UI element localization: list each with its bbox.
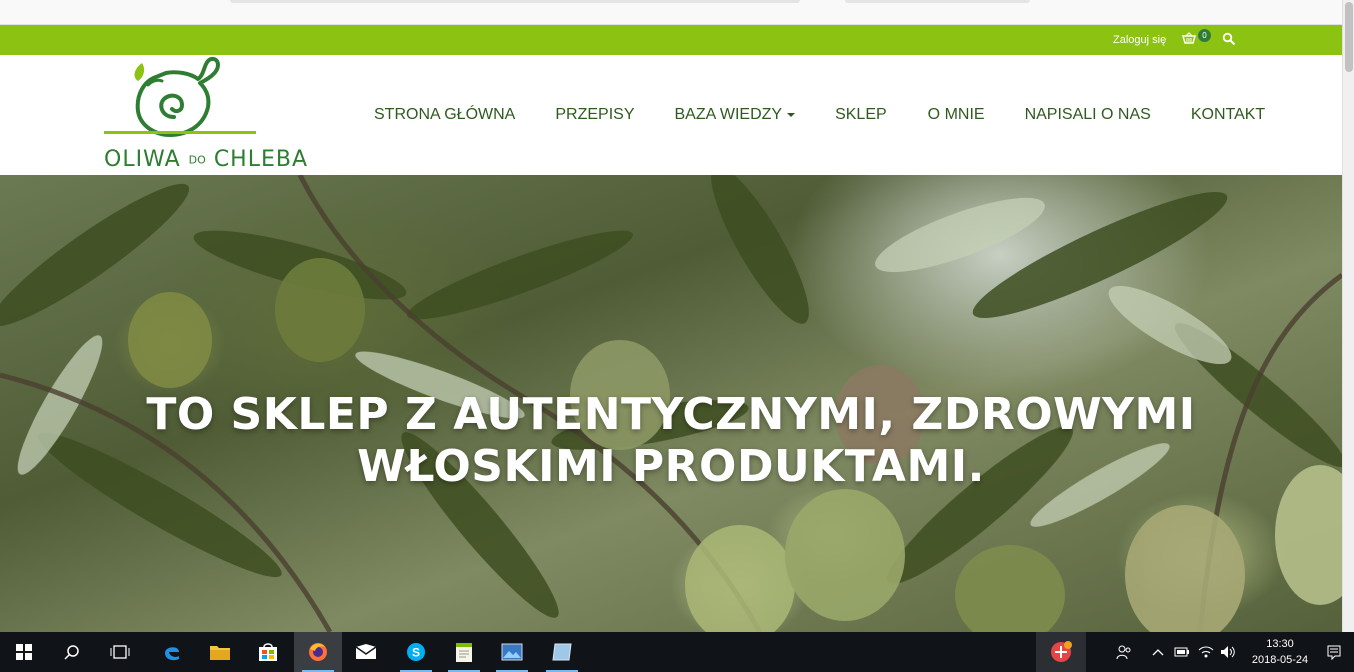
site-header: OLIWA DO CHLEBA STRONA GŁÓWNA PRZEPISY B… (0, 55, 1342, 175)
edge-icon[interactable] (148, 632, 196, 672)
logo-wordmark: OLIWA DO CHLEBA (104, 147, 307, 172)
nav-item-baza-wiedzy[interactable]: BAZA WIEDZY (675, 106, 796, 124)
hero-heading: TO SKLEP Z AUTENTYCZNYMI, ZDROWYMI WŁOSK… (0, 389, 1342, 493)
chevron-down-icon (787, 112, 796, 117)
chevron-up-icon[interactable] (1148, 632, 1168, 672)
firefox-icon[interactable] (294, 632, 342, 672)
nav-item-kontakt[interactable]: KONTAKT (1191, 106, 1265, 124)
nav-item-sklep[interactable]: SKLEP (835, 106, 887, 124)
hero-heading-line2: WŁOSKIMI PRODUKTAMI. (357, 441, 985, 492)
clock-date: 2018-05-24 (1251, 654, 1309, 666)
notifications-icon[interactable] (1322, 632, 1346, 672)
page-scrollbar[interactable] (1342, 0, 1354, 632)
windows-start-icon[interactable] (0, 632, 48, 672)
volume-icon[interactable] (1218, 632, 1238, 672)
file-explorer-icon[interactable] (196, 632, 244, 672)
logo-word-chleba: CHLEBA (213, 147, 309, 172)
search-icon[interactable] (1222, 32, 1236, 46)
cart-count-badge: 0 (1198, 29, 1211, 42)
logo-word-do: DO (188, 153, 206, 167)
windows-taskbar: S 13:30 2018-05-24 (0, 632, 1354, 672)
nav-item-baza-wiedzy-label: BAZA WIEDZY (674, 106, 783, 123)
site-logo[interactable]: OLIWA DO CHLEBA (104, 55, 307, 175)
hero-heading-line1: TO SKLEP Z AUTENTYCZNYMI, ZDROWYMI (146, 389, 1196, 440)
login-link[interactable]: Zaloguj się (1113, 34, 1166, 46)
logo-word-oliwa: OLIWA (104, 147, 181, 172)
cart-icon[interactable] (1182, 32, 1196, 46)
nav-item-strona-glowna[interactable]: STRONA GŁÓWNA (374, 106, 515, 124)
battery-icon[interactable] (1172, 632, 1192, 672)
top-utility-bar: Zaloguj się 0 (0, 25, 1342, 55)
app-icon[interactable] (538, 632, 586, 672)
taskbar-clock[interactable]: 13:30 2018-05-24 (1240, 636, 1320, 668)
browser-toolbar (0, 0, 1342, 25)
nav-item-przepisy[interactable]: PRZEPISY (555, 106, 634, 124)
skype-icon[interactable]: S (392, 632, 440, 672)
store-icon[interactable] (244, 632, 292, 672)
address-bar[interactable] (230, 0, 800, 3)
scrollbar-thumb[interactable] (1345, 2, 1353, 72)
olive-jug-logo-icon (104, 56, 256, 137)
hero-banner: TO SKLEP Z AUTENTYCZNYMI, ZDROWYMI WŁOSK… (0, 175, 1342, 632)
svg-text:S: S (412, 646, 420, 660)
nav-item-o-mnie[interactable]: O MNIE (928, 106, 985, 124)
nav-item-napisali-o-nas[interactable]: NAPISALI O NAS (1025, 106, 1151, 124)
wifi-icon[interactable] (1196, 632, 1216, 672)
people-icon[interactable] (1112, 632, 1136, 672)
task-view-icon[interactable] (96, 632, 144, 672)
main-navigation: STRONA GŁÓWNA PRZEPISY BAZA WIEDZY SKLEP… (374, 106, 1265, 124)
photos-icon[interactable] (488, 632, 536, 672)
taskbar-search-icon[interactable] (48, 632, 96, 672)
tray-app-icon[interactable] (1036, 632, 1086, 672)
mail-icon[interactable] (342, 632, 390, 672)
clock-time: 13:30 (1266, 638, 1294, 650)
browser-search-bar[interactable] (845, 0, 1030, 3)
notepad-icon[interactable] (440, 632, 488, 672)
